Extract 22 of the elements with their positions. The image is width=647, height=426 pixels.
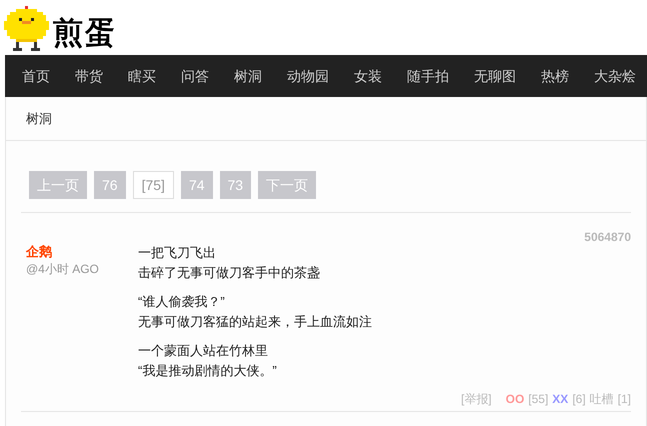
post-paragraph: “谁人偷袭我？” 无事可做刀客猛的站起来，手上血流如注 [138, 293, 372, 331]
nav-link[interactable]: 首页 [22, 66, 50, 86]
nav-link[interactable]: 大杂烩 [594, 66, 636, 86]
nav-link[interactable]: 无聊图 [474, 66, 516, 86]
nav-link[interactable]: 带货 [75, 66, 103, 86]
breadcrumb-link[interactable]: 树洞 [26, 108, 52, 128]
post-time: @4小时 AGO [26, 261, 100, 277]
post-paragraph: 一把飞刀飞出 击碎了无事可做刀客手中的茶盏 [138, 244, 321, 282]
site-logo-text[interactable]: 煎蛋 [53, 19, 117, 49]
comments-count: [1] [618, 391, 631, 408]
post-paragraph: 一个蒙面人站在竹林里 “我是推动剧情的大侠。” [138, 342, 278, 380]
nav-link[interactable]: 热榜 [541, 66, 569, 86]
post-id: 5064870 [584, 229, 631, 246]
nav-link[interactable]: 女装 [354, 66, 382, 86]
downvote-count: [6] [572, 391, 586, 408]
nav-link[interactable]: 瞎买 [128, 66, 156, 86]
upvote-count: [55] [528, 391, 548, 408]
nav-link[interactable]: 树洞 [234, 66, 262, 86]
nav-link[interactable]: 随手拍 [407, 66, 449, 86]
nav-link[interactable]: 问答 [181, 66, 209, 86]
chick-logo-icon [4, 6, 49, 51]
nav-link[interactable]: 动物园 [287, 66, 329, 86]
